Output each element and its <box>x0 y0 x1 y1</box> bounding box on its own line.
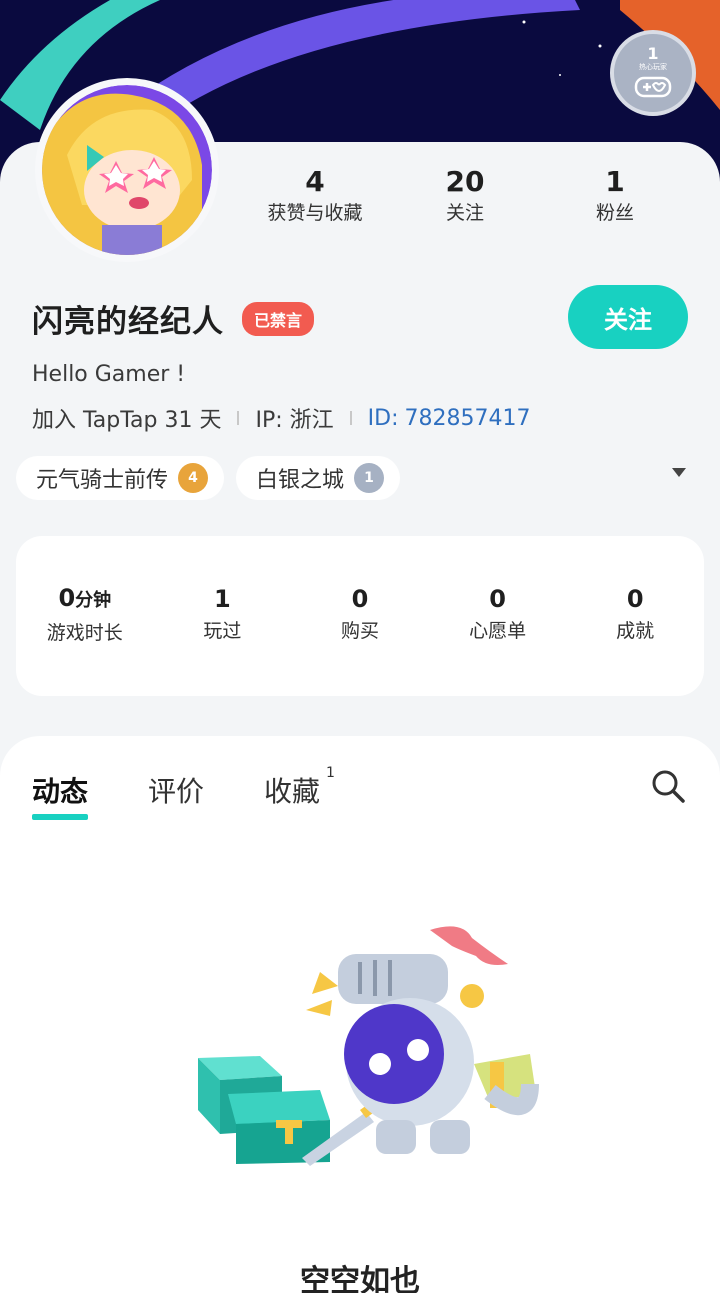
user-bio: Hello Gamer ! <box>32 362 186 387</box>
stat-label: 粉丝 <box>595 202 634 224</box>
name-row: 闪亮的经纪人 已禁言 <box>32 296 315 341</box>
tab-favorites[interactable]: 收藏 1 <box>264 765 335 820</box>
summary-label: 玩过 <box>203 620 242 642</box>
stat-likes[interactable]: 4 获赞与收藏 <box>240 165 390 227</box>
join-duration: 加入 TapTap 31 天 <box>32 408 222 433</box>
empty-state-illustration <box>198 926 539 1166</box>
summary-value: 1 <box>214 585 231 613</box>
feed-tabs: 动态 评价 收藏 1 <box>32 765 395 820</box>
honor-medal-badge[interactable]: 1 热心玩家 <box>610 30 696 116</box>
tab-label: 评价 <box>148 775 205 808</box>
summary-played[interactable]: 1 玩过 <box>155 584 289 648</box>
user-id-label: ID: <box>367 405 399 431</box>
follow-button[interactable]: 关注 <box>568 285 688 349</box>
game-controller-icon <box>634 76 672 98</box>
game-level-icon: 4 <box>178 463 209 493</box>
tab-activity[interactable]: 动态 <box>32 770 89 820</box>
summary-value: 0 <box>58 583 76 612</box>
game-summary-card: 0分钟 游戏时长 1 玩过 0 购买 0 心愿单 0 成就 <box>16 536 704 696</box>
search-button[interactable] <box>648 766 688 806</box>
divider <box>349 411 352 425</box>
tab-label: 动态 <box>32 775 89 808</box>
tab-label: 收藏 <box>264 775 321 808</box>
empty-state-text: 空空如也 <box>300 1264 420 1293</box>
tab-reviews[interactable]: 评价 <box>148 770 204 820</box>
feed-card: 动态 评价 收藏 1 空空如也 <box>0 736 720 1293</box>
summary-wishlist[interactable]: 0 心愿单 <box>431 584 565 648</box>
game-tag-name: 元气骑士前传 <box>36 468 169 493</box>
avatar[interactable] <box>35 78 219 262</box>
profile-stats: 4 获赞与收藏 20 关注 1 粉丝 <box>240 165 690 227</box>
summary-unit: 分钟 <box>75 589 112 611</box>
summary-value: 0 <box>351 585 369 613</box>
summary-purchased[interactable]: 0 购买 <box>293 584 427 648</box>
game-tags: 元气骑士前传 4 白银之城 1 <box>16 456 401 500</box>
summary-value: 0 <box>489 585 506 613</box>
summary-value: 0 <box>626 585 644 613</box>
stat-following[interactable]: 20 关注 <box>390 165 540 227</box>
summary-label: 成就 <box>616 620 655 642</box>
summary-achievements[interactable]: 0 成就 <box>568 584 702 648</box>
avatar-image <box>42 85 212 255</box>
user-id[interactable]: 782857417 <box>404 406 530 431</box>
game-level-icon: 1 <box>354 463 385 493</box>
stat-value: 1 <box>605 165 625 198</box>
summary-label: 购买 <box>340 620 379 642</box>
stat-value: 4 <box>305 165 325 198</box>
summary-label: 心愿单 <box>469 620 527 642</box>
user-meta: 加入 TapTap 31 天 IP: 浙江 ID: 782857417 <box>32 402 530 434</box>
tab-count: 1 <box>326 764 335 781</box>
expand-arrow-icon[interactable] <box>672 468 686 477</box>
game-tag-name: 白银之城 <box>256 468 345 493</box>
stat-followers[interactable]: 1 粉丝 <box>540 165 690 227</box>
summary-playtime[interactable]: 0分钟 游戏时长 <box>18 583 152 650</box>
medal-count: 1 <box>647 44 659 63</box>
summary-label: 游戏时长 <box>46 621 123 644</box>
ip-location: IP: 浙江 <box>255 408 334 433</box>
stat-label: 关注 <box>445 202 484 224</box>
search-icon <box>652 770 685 803</box>
divider <box>237 411 240 425</box>
stat-label: 获赞与收藏 <box>267 202 363 224</box>
username: 闪亮的经纪人 <box>32 304 224 340</box>
game-tag-2[interactable]: 白银之城 1 <box>236 456 401 500</box>
mute-status-badge: 已禁言 <box>242 301 315 336</box>
stat-value: 20 <box>445 165 485 198</box>
game-tag-1[interactable]: 元气骑士前传 4 <box>16 456 225 500</box>
medal-label: 热心玩家 <box>639 63 667 71</box>
